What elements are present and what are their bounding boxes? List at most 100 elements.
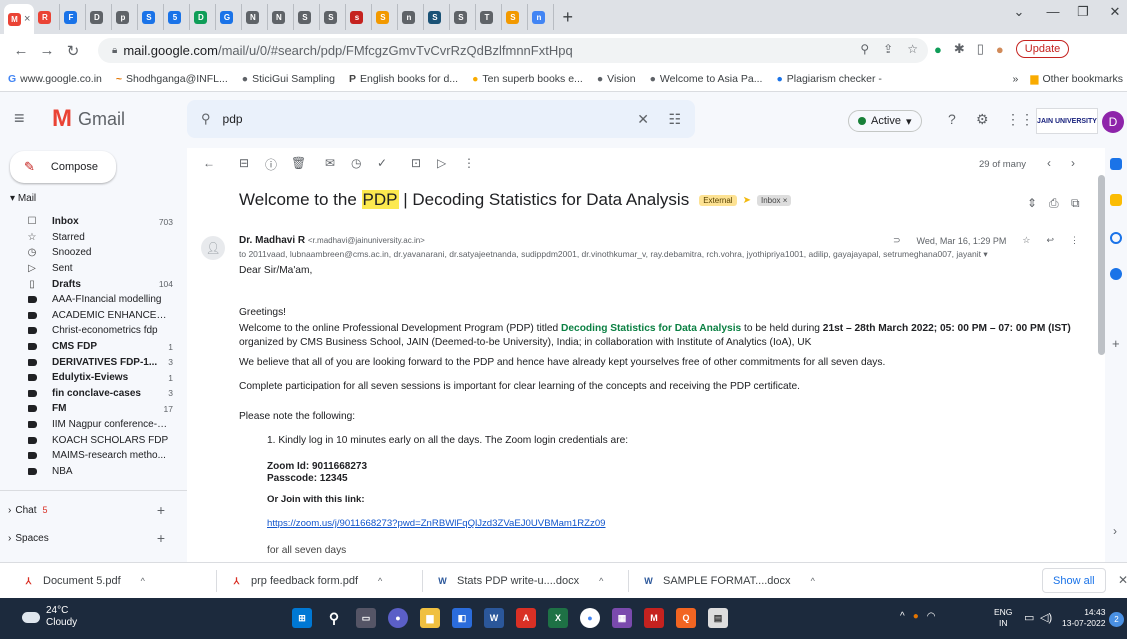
expand-all-icon[interactable]: ⇕ [1027,196,1037,210]
sidebar-folder[interactable]: ☆ Starred [0,230,187,246]
more-bookmarks-button[interactable]: » [1013,73,1019,85]
extension-icon[interactable]: ● [934,42,942,57]
browser-tab[interactable]: n [398,4,425,30]
browser-tab[interactable]: S [372,4,399,30]
importance-marker-icon[interactable]: ➤ [743,195,751,206]
app-doc-icon[interactable]: ▤ [708,608,728,628]
start-windows-icon[interactable]: ⊞ [292,608,312,628]
mail-section-header[interactable]: ▾ Mail [10,193,36,204]
close-window-icon[interactable]: ✕ [1100,4,1127,20]
browser-tab[interactable]: S [450,4,477,30]
message-scrollbar[interactable] [1098,175,1105,355]
add-task-icon[interactable]: ✓ [377,156,387,170]
input-language[interactable]: ENG IN [994,607,1012,629]
new-tab-button[interactable]: + [562,7,573,28]
spaces-section[interactable]: › Spaces + [0,526,187,550]
organization-logo[interactable]: JAIN UNIVERSITY [1036,108,1098,134]
bookmark-item[interactable]: ● SticiGui Sampling [242,73,335,85]
sidebar-folder[interactable]: MAIMS-research metho... [0,448,187,464]
bookmark-item[interactable]: Gwww.google.co.in [8,73,102,85]
open-new-window-icon[interactable]: ⧉ [1071,196,1080,211]
browser-tab[interactable]: S [138,4,165,30]
update-button[interactable]: Update [1015,40,1070,58]
download-options-caret-icon[interactable]: ^ [378,576,382,586]
mark-unread-icon[interactable]: ✉ [325,156,335,170]
search-icon[interactable]: ⚲ [201,111,211,127]
task-view-icon[interactable]: ▭ [356,608,376,628]
minimize-icon[interactable]: — [1038,4,1068,19]
bookmark-item[interactable]: ● Plagiarism checker - [776,73,881,85]
settings-gear-icon[interactable]: ⚙ [976,111,989,128]
newer-icon[interactable]: ‹ [1047,156,1051,170]
sidebar-folder[interactable]: ☐ Inbox 703 [0,214,187,230]
bookmark-star-icon[interactable]: ☆ [907,42,918,56]
share-icon[interactable]: ⇪ [883,42,893,56]
sidebar-folder[interactable]: FM 17 [0,401,187,417]
sidebar-folder[interactable]: fin conclave-cases 3 [0,386,187,402]
bookmark-item[interactable]: ~ Shodhganga@INFL... [116,73,228,85]
browser-tab[interactable]: p [112,4,139,30]
bookmark-item[interactable]: ● Welcome to Asia Pa... [650,73,763,85]
restore-icon[interactable]: ❐ [1068,4,1098,20]
browser-tab[interactable]: N [242,4,269,30]
download-item[interactable]: W SAMPLE FORMAT....docx ^ [642,570,815,592]
show-all-downloads-button[interactable]: Show all [1042,568,1106,593]
sender-avatar[interactable]: 👤︎ [201,236,225,260]
weather-widget[interactable]: 24°C Cloudy [22,605,77,629]
sidebar-folder[interactable]: CMS FDP 1 [0,339,187,355]
get-addons-plus-icon[interactable]: + [1112,336,1120,351]
browser-tab[interactable]: D [86,4,113,30]
bookmark-item[interactable]: ● Vision [597,73,636,85]
sidebar-folder[interactable]: ◷ Snoozed [0,245,187,261]
chat-section[interactable]: › Chat 5 + [0,498,187,522]
app-m-icon[interactable]: M [644,608,664,628]
recipient-list[interactable]: to 2011vaad, lubnaambreen@cms.ac.in, dr.… [239,249,1039,260]
sidebar-folder[interactable]: IIM Nagpur conference-2... [0,417,187,433]
calendar-icon[interactable] [1110,158,1122,170]
account-avatar[interactable]: D [1102,111,1124,133]
download-options-caret-icon[interactable]: ^ [141,576,145,586]
browser-tab[interactable]: G [216,4,243,30]
snooze-icon[interactable]: ◷ [351,156,361,170]
file-explorer-icon[interactable]: ▆ [420,608,440,628]
close-shelf-icon[interactable]: ✕ [1118,573,1127,587]
hide-side-panel-icon[interactable]: › [1113,524,1117,538]
notification-badge[interactable]: 2 [1109,612,1124,627]
sidebar-folder[interactable]: ▷ Sent [0,261,187,277]
back-to-list-icon[interactable]: ← [203,156,215,170]
sidebar-folder[interactable]: ▯ Drafts 104 [0,276,187,292]
show-hidden-icons-icon[interactable]: ^ [900,611,905,622]
more-options-icon[interactable]: ⋮ [463,156,475,170]
sidebar-folder[interactable]: KOACH SCHOLARS FDP [0,432,187,448]
clear-search-icon[interactable]: ✕ [637,111,649,128]
bookmark-item[interactable]: P English books for d... [349,73,458,85]
archive-icon[interactable]: ⊟ [239,156,249,170]
gmail-logo[interactable]: M Gmail [52,107,125,131]
download-options-caret-icon[interactable]: ^ [599,576,603,586]
system-clock[interactable]: 14:43 13-07-2022 [1062,607,1105,629]
app-q-icon[interactable]: Q [676,608,696,628]
volume-icon[interactable]: ◁) [1040,611,1052,624]
browser-tab[interactable]: S [424,4,451,30]
chrome-icon[interactable]: ● [580,608,600,628]
download-options-caret-icon[interactable]: ^ [811,576,815,586]
new-chat-plus-icon[interactable]: + [157,502,165,518]
new-space-plus-icon[interactable]: + [157,530,165,546]
inbox-label-chip[interactable]: Inbox × [756,194,792,206]
excel-icon[interactable]: X [548,608,568,628]
help-icon[interactable]: ? [948,111,956,127]
star-icon[interactable]: ☆ [1022,235,1030,246]
download-item[interactable]: ⅄ prp feedback form.pdf ^ [230,570,383,592]
extensions-puzzle-icon[interactable]: ✱ [954,41,965,57]
address-bar[interactable]: 🔒︎ mail.google.com /mail/u/0/#search/pdp… [98,38,928,63]
tasks-icon[interactable] [1110,232,1122,244]
browser-tab[interactable]: N [268,4,295,30]
download-item[interactable]: ⅄ Document 5.pdf ^ [22,570,145,592]
browser-tab[interactable]: S [502,4,529,30]
download-item[interactable]: W Stats PDP write-u....docx ^ [436,570,603,592]
status-selector[interactable]: Active ▾ [848,110,922,132]
browser-tab[interactable]: S [320,4,347,30]
search-icon[interactable]: ⚲ [324,608,344,628]
back-icon[interactable]: ← [8,42,34,59]
report-spam-icon[interactable]: ⓘ [265,156,277,173]
